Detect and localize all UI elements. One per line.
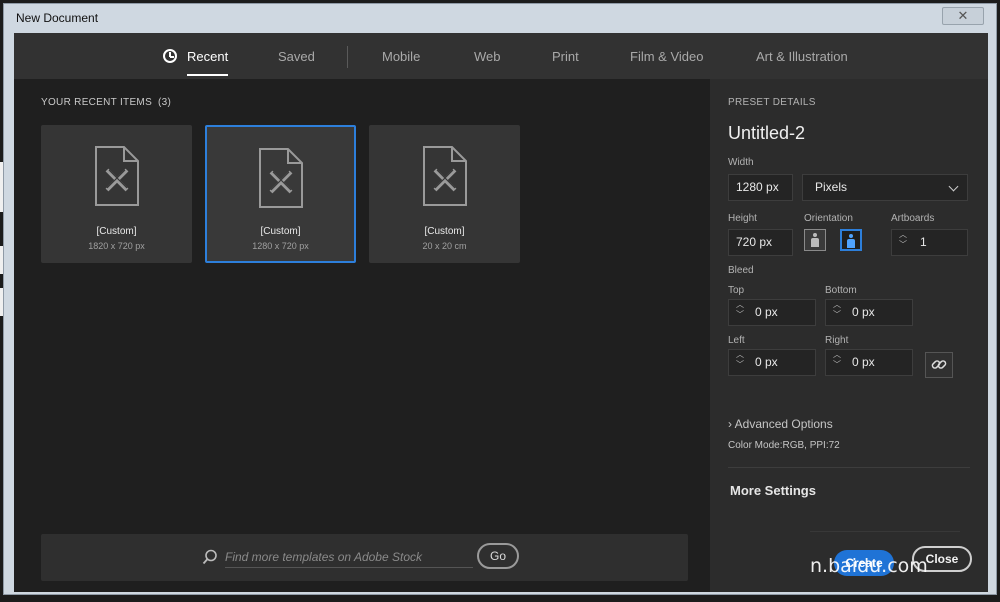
portrait-icon (811, 233, 819, 247)
active-tab-underline (187, 74, 229, 76)
tab-film-video[interactable]: Film & Video (630, 33, 703, 79)
divider (728, 467, 970, 468)
bleed-right-stepper[interactable]: ︿ ﹀ (828, 350, 846, 375)
artboards-stepper[interactable]: ︿ ﹀ (894, 230, 912, 255)
orientation-label: Orientation (804, 213, 853, 224)
recent-item-card[interactable]: [Custom] 20 x 20 cm (369, 125, 520, 263)
tab-divider (347, 46, 348, 68)
recent-items-title: YOUR RECENT ITEMS (41, 97, 153, 108)
link-icon (931, 360, 947, 369)
recent-items-panel: YOUR RECENT ITEMS (3) [Custom] 1820 x 720… (14, 79, 710, 592)
tab-label: Print (552, 49, 579, 64)
preset-details-panel: PRESET DETAILS Untitled-2 Width 1280 px … (710, 79, 988, 592)
bleed-left-label: Left (728, 335, 745, 346)
preset-details-header: PRESET DETAILS (728, 97, 816, 108)
landscape-icon (847, 234, 855, 248)
artboards-value: 1 (920, 235, 927, 249)
window-title: New Document (16, 11, 99, 25)
close-icon: ✕ (957, 8, 969, 23)
recent-items-header: YOUR RECENT ITEMS (3) (41, 97, 171, 108)
tab-label: Saved (278, 49, 315, 64)
tab-art-illustration[interactable]: Art & Illustration (756, 33, 848, 79)
title-bar[interactable]: New Document ✕ (4, 4, 996, 32)
units-value: Pixels (815, 180, 848, 194)
recent-item-size: 1820 x 720 px (88, 241, 145, 251)
clock-icon (163, 49, 177, 63)
dialog-content: Recent Saved Mobile Web Print Film & Vid… (14, 33, 988, 592)
bleed-top-label: Top (728, 285, 745, 296)
go-button[interactable]: Go (477, 543, 519, 569)
tab-label: Web (474, 49, 501, 64)
height-input[interactable]: 720 px (728, 229, 793, 256)
document-name-field[interactable]: Untitled-2 (728, 123, 805, 144)
width-label: Width (728, 157, 754, 168)
tab-label: Recent (187, 49, 229, 64)
document-icon (94, 146, 139, 206)
document-icon (258, 148, 303, 208)
recent-item-name: [Custom] (260, 226, 301, 237)
recent-item-size: 20 x 20 cm (422, 241, 467, 251)
recent-item-name: [Custom] (424, 226, 465, 237)
bleed-label: Bleed (728, 265, 754, 276)
tab-saved[interactable]: Saved (278, 33, 315, 79)
recent-item-name: [Custom] (96, 226, 137, 237)
color-mode-summary: Color Mode:RGB, PPI:72 (728, 440, 840, 451)
bleed-right-value: 0 px (852, 355, 875, 369)
width-input[interactable]: 1280 px (728, 174, 793, 201)
tab-recent[interactable]: Recent (187, 33, 229, 79)
bleed-bottom-stepper[interactable]: ︿ ﹀ (828, 300, 846, 325)
window-close-button[interactable]: ✕ (942, 7, 984, 25)
watermark: n.baidu.com (810, 555, 928, 577)
portrait-orientation-button[interactable] (804, 229, 826, 251)
recent-item-size: 1280 x 720 px (252, 241, 309, 251)
recent-items-count: (3) (158, 97, 172, 108)
chevron-down-icon (948, 181, 959, 192)
tab-label: Art & Illustration (756, 49, 848, 64)
tab-web[interactable]: Web (474, 33, 501, 79)
bleed-left-value: 0 px (755, 355, 778, 369)
document-icon (422, 146, 467, 206)
adobe-stock-search-bar: Go (41, 534, 688, 581)
preset-category-tabs: Recent Saved Mobile Web Print Film & Vid… (14, 33, 988, 79)
bleed-top-value: 0 px (755, 305, 778, 319)
bleed-top-stepper[interactable]: ︿ ﹀ (731, 300, 749, 325)
chevron-right-icon: › (728, 417, 732, 431)
recent-item-card-selected[interactable]: [Custom] 1280 x 720 px (205, 125, 356, 263)
tab-label: Film & Video (630, 49, 704, 64)
tab-mobile[interactable]: Mobile (382, 33, 420, 79)
bleed-bottom-value: 0 px (852, 305, 875, 319)
advanced-options-label: Advanced Options (734, 417, 833, 431)
artboards-label: Artboards (891, 213, 935, 224)
bleed-bottom-label: Bottom (825, 285, 857, 296)
tab-label: Mobile (382, 49, 421, 64)
search-templates-input[interactable] (225, 547, 473, 568)
height-label: Height (728, 213, 757, 224)
link-bleed-button[interactable] (925, 352, 953, 378)
tab-print[interactable]: Print (552, 33, 579, 79)
bleed-right-label: Right (825, 335, 849, 346)
divider (810, 531, 960, 532)
search-icon (202, 549, 217, 565)
more-settings-link[interactable]: More Settings (730, 483, 816, 498)
advanced-options-toggle[interactable]: › Advanced Options (728, 417, 833, 431)
recent-item-card[interactable]: [Custom] 1820 x 720 px (41, 125, 192, 263)
landscape-orientation-button[interactable] (840, 229, 862, 251)
bleed-left-stepper[interactable]: ︿ ﹀ (731, 350, 749, 375)
units-dropdown[interactable]: Pixels (802, 174, 968, 201)
new-document-dialog: New Document ✕ Recent Saved Mobile Web P… (3, 3, 997, 595)
